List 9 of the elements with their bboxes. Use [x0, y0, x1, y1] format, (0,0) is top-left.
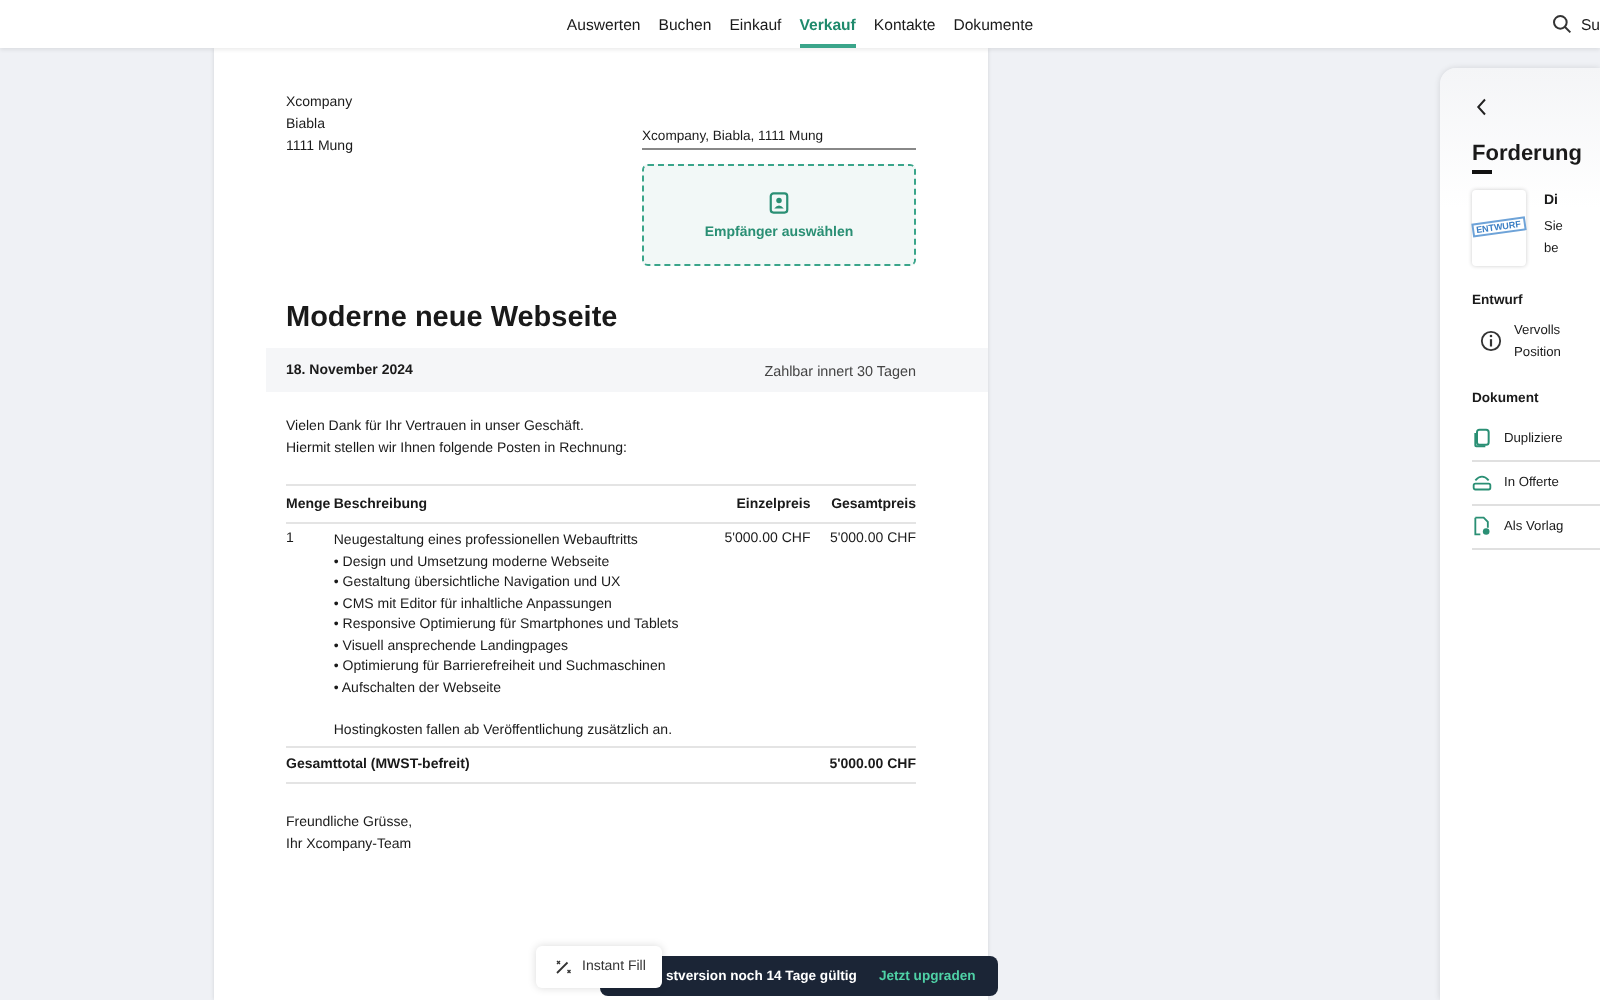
panel-title: Forderung: [1472, 142, 1584, 166]
magic-wand-icon: [554, 958, 572, 976]
document-title: Moderne neue Webseite: [286, 302, 620, 336]
contact-card-icon: [768, 191, 790, 213]
document-gear-icon: [1472, 516, 1492, 536]
copy-icon: [1472, 428, 1492, 448]
search-icon[interactable]: [1552, 14, 1573, 34]
back-chevron-icon[interactable]: [1476, 96, 1488, 118]
info-icon: [1480, 330, 1502, 352]
